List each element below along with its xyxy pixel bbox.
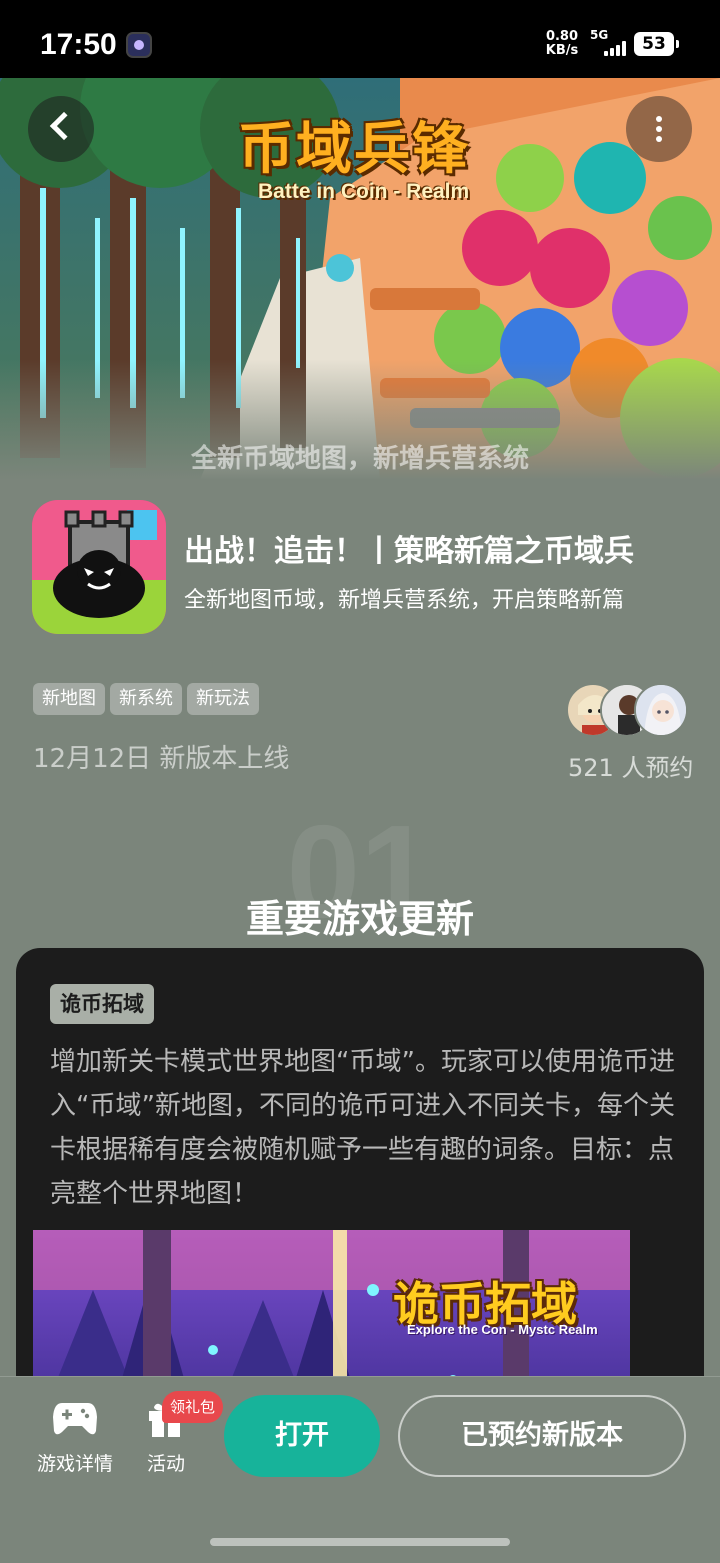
game-icon	[32, 500, 166, 634]
banner-caption: 全新币域地图，新增兵营系统	[190, 444, 529, 474]
status-time: 17:50	[40, 28, 117, 61]
more-dots-icon	[656, 116, 662, 122]
reserve-count: 521 人预约	[568, 754, 694, 782]
activity-label: 活动	[146, 1453, 185, 1475]
update-text: 增加新关卡模式世界地图“币域”。玩家可以使用诡币进入“币域”新地图，不同的诡币可…	[50, 1047, 675, 1209]
game-description: 全新地图币域，新增兵营系统，开启策略新篇	[184, 588, 625, 613]
more-options-button[interactable]	[626, 96, 692, 162]
app-notification-icon	[126, 32, 152, 58]
avatar	[634, 683, 688, 737]
network-speed-value: 0.80	[545, 29, 579, 44]
back-arrow-icon	[49, 111, 79, 141]
network-speed-unit: KB/s	[545, 43, 579, 58]
release-date: 12月12日 新版本上线	[33, 744, 290, 774]
home-indicator[interactable]	[210, 1538, 510, 1546]
update-image-subtitle: Explore the Con - Mystc Realm	[407, 1322, 598, 1337]
game-banner: 币域兵锋 Batte in Coin - Realm 全新币域地图，新增兵营系统	[0, 78, 720, 480]
reserved-new-version-button[interactable]: 已预约新版本	[398, 1395, 686, 1477]
game-details-label: 游戏详情	[36, 1453, 113, 1475]
tag-new-map: 新地图	[33, 683, 105, 715]
banner-subtitle: Batte in Coin - Realm	[258, 180, 470, 203]
open-button[interactable]: 打开	[224, 1395, 380, 1477]
tag-list: 新地图 新系统 新玩法	[33, 683, 264, 715]
signal-icon	[600, 40, 628, 56]
network-speed: 0.80 KB/s	[544, 30, 580, 58]
gamepad-icon	[53, 1403, 97, 1435]
back-button[interactable]	[28, 96, 94, 162]
section-title: 重要游戏更新	[245, 897, 474, 941]
bottom-action-bar: 游戏详情 活动 领礼包 打开 已预约新版本	[0, 1376, 720, 1563]
status-bar: 17:50 0.80 KB/s 5G 53	[0, 0, 720, 78]
tag-new-gameplay: 新玩法	[187, 683, 259, 715]
gift-pack-badge[interactable]: 领礼包	[162, 1391, 224, 1423]
banner-title: 币域兵锋	[238, 117, 470, 182]
update-tag: 诡币拓域	[50, 984, 154, 1024]
game-details-tab[interactable]: 游戏详情	[30, 1399, 120, 1476]
battery-icon: 53	[634, 32, 679, 56]
game-logo-art	[32, 500, 166, 634]
reserver-avatars[interactable]	[566, 683, 690, 737]
tag-new-system: 新系统	[110, 683, 182, 715]
game-title: 出战！追击！丨策略新篇之币域兵	[184, 534, 634, 569]
update-card: 诡币拓域 增加新关卡模式世界地图“币域”。玩家可以使用诡币进入“币域”新地图，不…	[16, 948, 704, 1448]
